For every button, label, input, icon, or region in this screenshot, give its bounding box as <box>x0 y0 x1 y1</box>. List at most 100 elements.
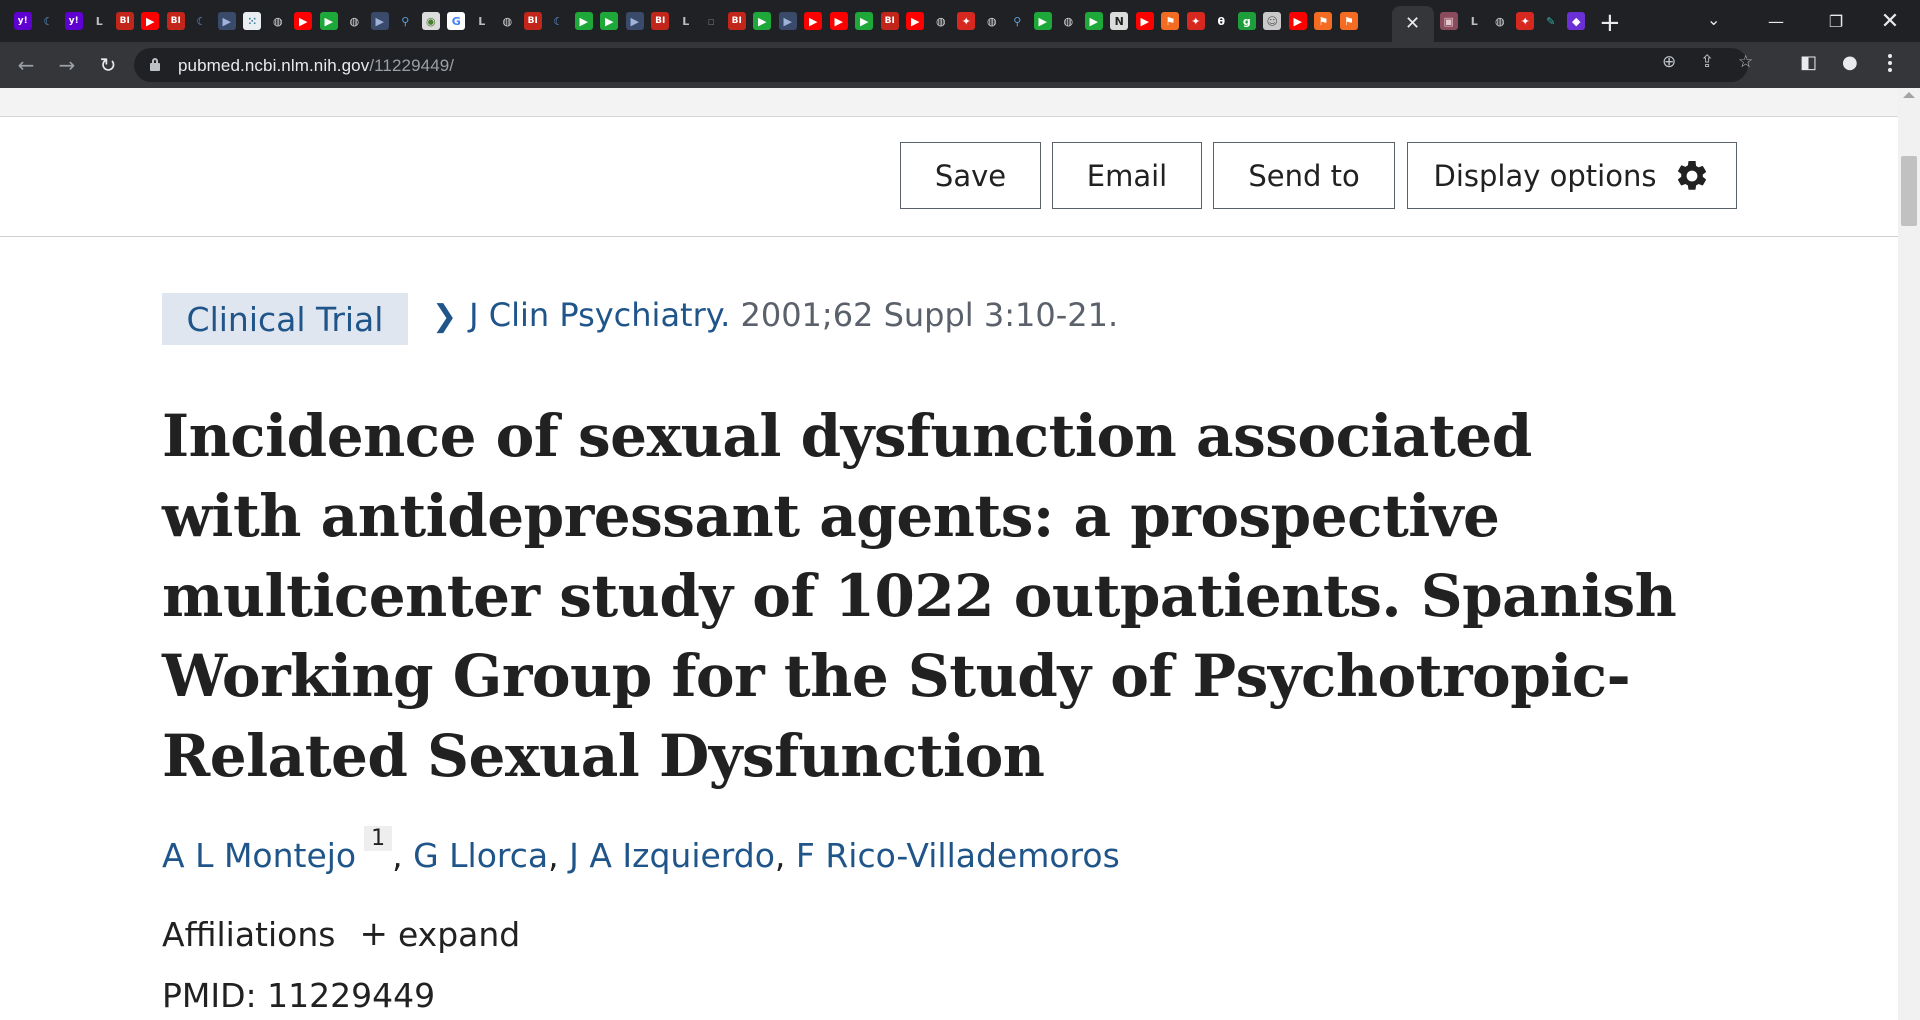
tab[interactable]: ▣ <box>1436 9 1462 33</box>
chevron-right-icon[interactable]: ❯ <box>432 299 457 334</box>
tab[interactable]: ◍ <box>1487 9 1513 33</box>
tab[interactable]: ⚑ <box>1158 9 1184 33</box>
active-tab[interactable]: ✕ <box>1392 6 1434 42</box>
tab[interactable]: ▶ <box>597 9 623 33</box>
tab[interactable]: BI <box>112 9 138 33</box>
tab[interactable]: ▶ <box>316 9 342 33</box>
green-g-icon: g <box>1237 12 1256 30</box>
tab[interactable]: L <box>673 9 699 33</box>
tab[interactable]: ▶ <box>750 9 776 33</box>
expand-toggle[interactable]: expand <box>398 915 520 954</box>
publication-type-badge[interactable]: Clinical Trial <box>162 293 408 345</box>
tab[interactable]: ☺ <box>1260 9 1286 33</box>
close-window-button[interactable]: ✕ <box>1860 0 1920 42</box>
tab[interactable]: ☾ <box>189 9 215 33</box>
plus-icon[interactable]: + <box>359 914 388 954</box>
tab[interactable]: BI <box>877 9 903 33</box>
tab[interactable]: L <box>87 9 113 33</box>
share-icon[interactable]: ⇪ <box>1700 52 1714 72</box>
lock-icon[interactable] <box>150 58 160 71</box>
author-link[interactable]: A L Montejo <box>162 836 356 875</box>
author-link[interactable]: G Llorca <box>413 836 548 875</box>
tab[interactable]: ◍ <box>1056 9 1082 33</box>
bookmark-orange-icon: ⚑ <box>1314 12 1333 30</box>
scroll-up-arrow-icon[interactable] <box>1903 92 1915 98</box>
tab[interactable]: ◍ <box>265 9 291 33</box>
email-button[interactable]: Email <box>1052 142 1202 209</box>
tab[interactable]: ▶ <box>1285 9 1311 33</box>
tab[interactable]: g <box>1234 9 1260 33</box>
tab[interactable]: ✦ <box>1183 9 1209 33</box>
tab[interactable]: ⚲ <box>1005 9 1031 33</box>
forward-button[interactable]: → <box>51 50 83 80</box>
tab[interactable]: N <box>1107 9 1133 33</box>
tab[interactable]: ▶ <box>801 9 827 33</box>
affiliation-ref[interactable]: 1 <box>364 826 393 851</box>
tab[interactable]: ▶ <box>852 9 878 33</box>
menu-kebab-icon[interactable] <box>1888 54 1892 72</box>
tab[interactable]: ☾ <box>546 9 572 33</box>
tab[interactable]: θ <box>1209 9 1235 33</box>
tab[interactable]: ▶ <box>1081 9 1107 33</box>
tab[interactable]: ◍ <box>342 9 368 33</box>
author-link[interactable]: F Rico-Villademoros <box>796 836 1120 875</box>
tab[interactable]: ✦ <box>954 9 980 33</box>
tab[interactable]: L <box>1462 9 1488 33</box>
tab[interactable]: ▶ <box>367 9 393 33</box>
tab[interactable]: ◆ <box>1564 9 1590 33</box>
tab[interactable]: ▶ <box>1030 9 1056 33</box>
tab[interactable]: G <box>444 9 470 33</box>
tab[interactable]: ⚲ <box>393 9 419 33</box>
article-title: Incidence of sexual dysfunction associat… <box>162 402 1677 790</box>
browser-tab-strip: y! ☾ y! L BI ▶ BI ☾ ▶ ⁙ ◍ ▶ ▶ ◍ ▶ ⚲ ◉ G L ◍ BI ☾ ▶ ▶ ▶ BI L ▫ BI ▶ ▶ ▶ ▶… <box>0 0 1920 42</box>
tab[interactable]: ⚑ <box>1311 9 1337 33</box>
tab[interactable]: ✦ <box>1513 9 1539 33</box>
tab[interactable]: ☾ <box>36 9 62 33</box>
tab[interactable]: ▫ <box>699 9 725 33</box>
tab[interactable]: ⚑ <box>1336 9 1362 33</box>
tab[interactable]: ▶ <box>775 9 801 33</box>
page-scrollbar[interactable] <box>1898 88 1920 1020</box>
display-options-button[interactable]: Display options <box>1407 142 1737 209</box>
minimize-button[interactable]: — <box>1746 0 1806 42</box>
close-tab-icon[interactable]: ✕ <box>1405 13 1420 34</box>
tab[interactable]: ◍ <box>979 9 1005 33</box>
side-panel-icon[interactable]: ◧ <box>1800 52 1817 73</box>
tab[interactable]: ▶ <box>622 9 648 33</box>
zoom-icon[interactable]: ⊕ <box>1662 52 1676 72</box>
tab[interactable]: ▶ <box>214 9 240 33</box>
journal-link[interactable]: J Clin Psychiatry. <box>469 296 730 334</box>
tab[interactable]: ◉ <box>418 9 444 33</box>
tab[interactable]: BI <box>163 9 189 33</box>
tab-search-chevron-icon[interactable]: ⌄ <box>1707 10 1720 30</box>
tab[interactable]: ⁙ <box>240 9 266 33</box>
author-link[interactable]: J A Izquierdo <box>569 836 775 875</box>
tab[interactable]: ▶ <box>138 9 164 33</box>
tab[interactable]: ◍ <box>495 9 521 33</box>
send-to-button[interactable]: Send to <box>1213 142 1395 209</box>
theta-icon: θ <box>1212 12 1231 30</box>
back-button[interactable]: ← <box>10 50 42 80</box>
tab[interactable]: ▶ <box>571 9 597 33</box>
address-bar[interactable]: pubmed.ncbi.nlm.nih.gov/11229449/ ⊕ ⇪ ☆ <box>134 48 1753 82</box>
save-button[interactable]: Save <box>900 142 1041 209</box>
tab[interactable]: L <box>469 9 495 33</box>
scrollbar-thumb[interactable] <box>1901 156 1917 226</box>
reload-button[interactable]: ↻ <box>92 50 124 80</box>
tab[interactable]: ▶ <box>291 9 317 33</box>
tab[interactable]: ◍ <box>928 9 954 33</box>
profile-icon[interactable]: ● <box>1842 52 1858 73</box>
tab[interactable]: BI <box>724 9 750 33</box>
new-tab-button[interactable]: + <box>1599 8 1621 38</box>
tab[interactable]: BI <box>648 9 674 33</box>
restore-button[interactable]: ❐ <box>1806 0 1866 42</box>
tab[interactable]: BI <box>520 9 546 33</box>
tab[interactable]: ✎ <box>1538 9 1564 33</box>
tab[interactable]: y! <box>10 9 36 33</box>
tab[interactable]: ▶ <box>826 9 852 33</box>
url-text[interactable]: pubmed.ncbi.nlm.nih.gov/11229449/ <box>178 56 454 76</box>
bookmark-star-icon[interactable]: ☆ <box>1738 52 1753 72</box>
tab[interactable]: ▶ <box>903 9 929 33</box>
tab[interactable]: ▶ <box>1132 9 1158 33</box>
tab[interactable]: y! <box>61 9 87 33</box>
